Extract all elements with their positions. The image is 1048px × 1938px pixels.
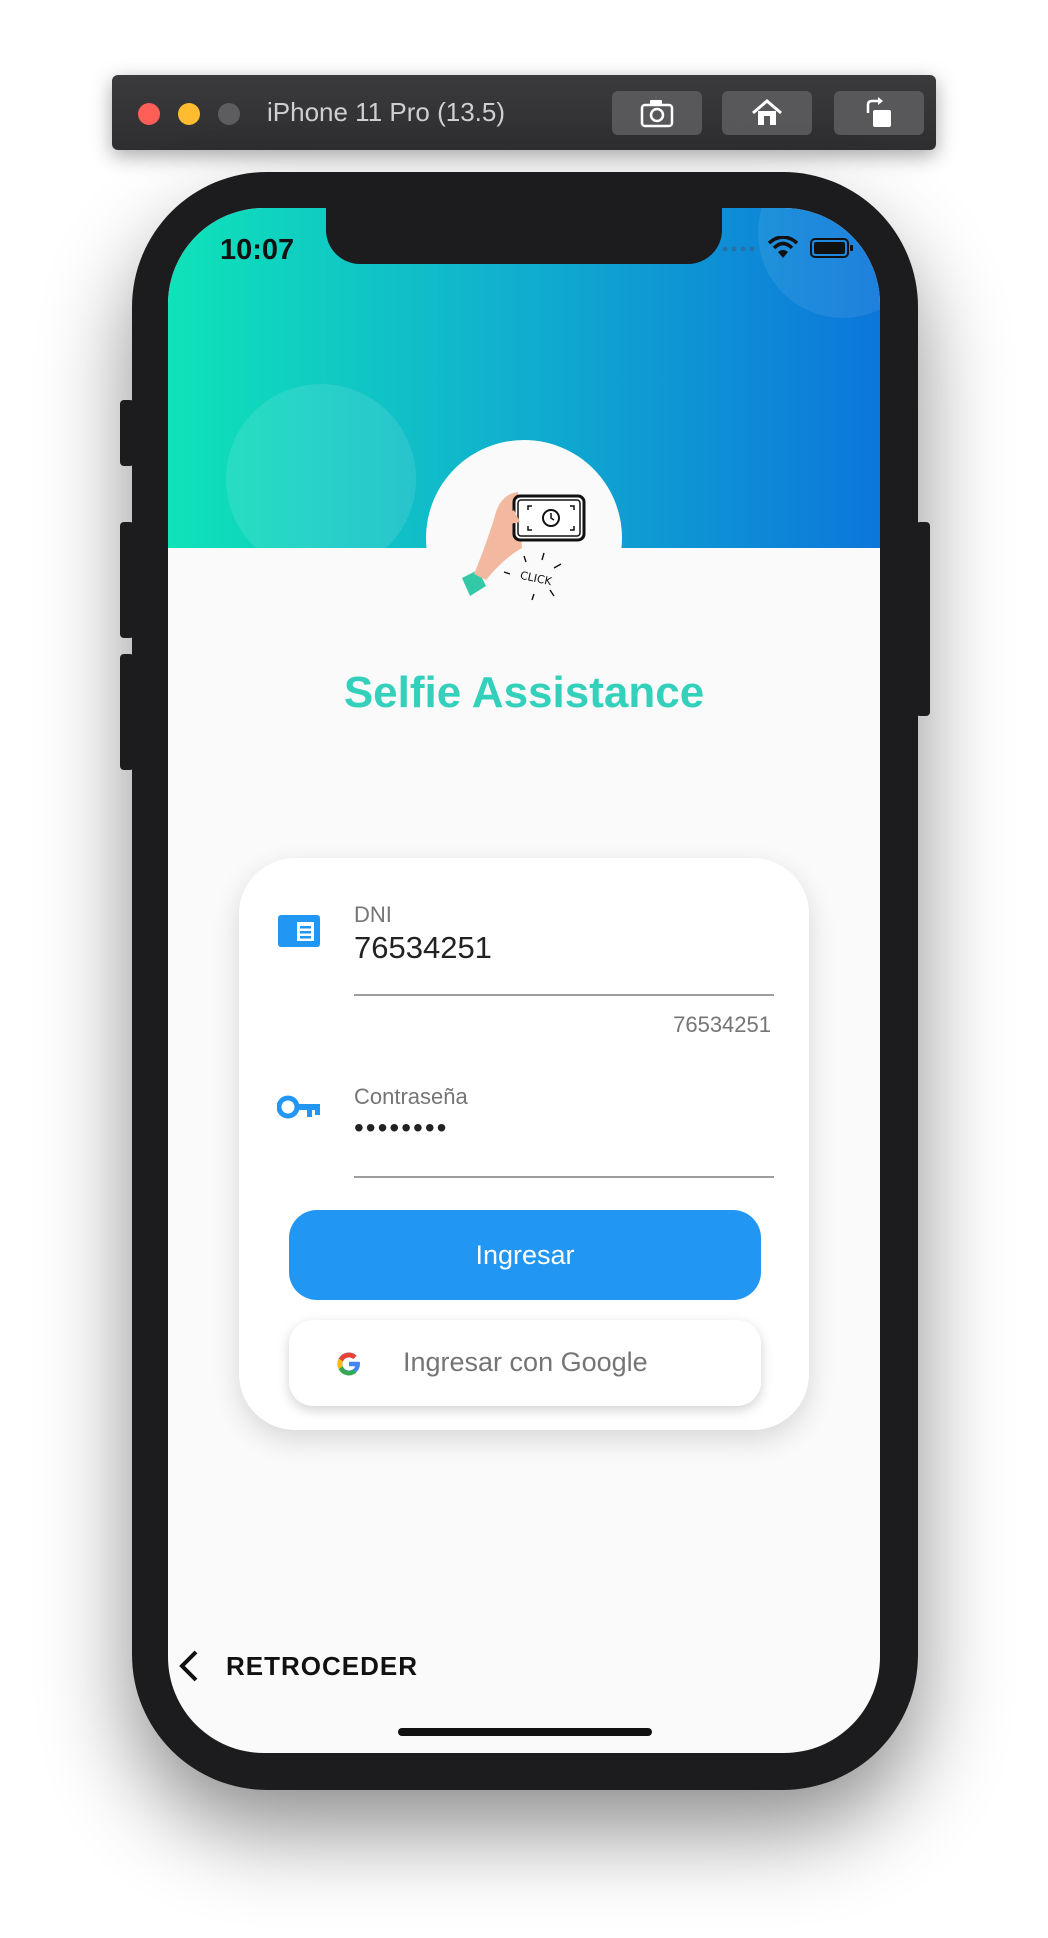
simulator-title: iPhone 11 Pro (13.5) — [267, 97, 505, 127]
selfie-hand-illustration: CLICK — [462, 492, 586, 601]
home-indicator[interactable] — [398, 1728, 652, 1736]
back-label: RETROCEDER — [226, 1650, 419, 1681]
decorative-circle — [758, 208, 880, 318]
battery-icon — [810, 238, 853, 258]
decorative-circle — [226, 384, 416, 548]
device-power-button — [916, 522, 930, 716]
device-notch — [326, 208, 722, 264]
id-card-icon — [278, 915, 320, 947]
home-button[interactable] — [722, 91, 812, 135]
google-icon — [337, 1352, 360, 1376]
wifi-icon — [768, 236, 798, 258]
click-text: CLICK — [519, 569, 554, 589]
dni-label: DNI — [354, 902, 392, 927]
rotate-icon — [866, 97, 891, 127]
google-login-label: Ingresar con Google — [403, 1347, 648, 1377]
dni-underline — [354, 994, 774, 996]
app-title: Selfie Assistance — [343, 668, 705, 717]
close-window-button[interactable] — [138, 103, 160, 125]
key-icon — [277, 1095, 320, 1119]
screenshot-button[interactable] — [612, 91, 702, 135]
dni-input[interactable]: 76534251 — [354, 930, 492, 966]
password-underline — [354, 1176, 774, 1178]
login-card: DNI 76534251 76534251 Contraseña •••••••… — [239, 858, 809, 1430]
app-logo: CLICK — [426, 440, 622, 636]
password-label: Contraseña — [354, 1084, 468, 1109]
home-icon — [752, 99, 782, 125]
status-time: 10:07 — [220, 234, 295, 266]
simulator-title-bar: iPhone 11 Pro (13.5) — [112, 75, 936, 150]
zoom-window-button[interactable] — [218, 103, 240, 125]
chevron-left-icon — [179, 1650, 198, 1682]
rotate-button[interactable] — [834, 91, 924, 135]
status-icons — [722, 236, 854, 260]
login-button[interactable]: Ingresar — [289, 1210, 761, 1300]
minimize-window-button[interactable] — [178, 103, 200, 125]
password-input[interactable]: •••••••• — [354, 1112, 448, 1144]
app-screen: 10:07 CLICK Selfie Assistance DNI 765342… — [168, 208, 880, 1753]
back-button[interactable]: RETROCEDER — [176, 1648, 418, 1684]
google-login-button[interactable]: Ingresar con Google — [289, 1320, 761, 1406]
cellular-signal-icon — [722, 246, 755, 252]
dni-helper-text: 76534251 — [673, 1012, 771, 1037]
screenshot-icon — [640, 100, 674, 128]
